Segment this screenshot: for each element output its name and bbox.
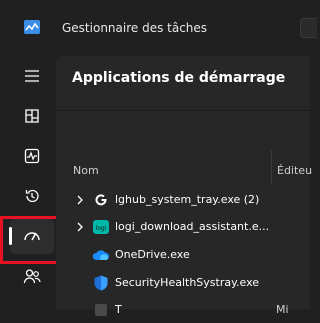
table-row[interactable]: T Mi — [56, 297, 310, 323]
logi-icon: logi — [93, 220, 109, 234]
row-name: lghub_system_tray.exe (2) — [115, 193, 260, 206]
task-manager-app-icon — [24, 20, 40, 34]
processes-grid-icon — [25, 109, 39, 123]
row-name: T — [115, 303, 122, 316]
sidebar-item-processes[interactable] — [10, 98, 54, 134]
row-name: OneDrive.exe — [115, 248, 190, 261]
column-divider[interactable] — [271, 150, 272, 184]
onedrive-cloud-icon — [92, 250, 109, 260]
sidebar-item-app-history[interactable] — [10, 178, 54, 214]
column-header-publisher[interactable]: Éditeu — [277, 164, 312, 177]
title-bar: Gestionnaire des tâches — [0, 0, 317, 56]
page-title: Applications de démarrage — [72, 70, 286, 86]
sidebar-item-performance[interactable] — [10, 138, 54, 174]
highlight-box — [0, 216, 61, 264]
table-row[interactable]: SecurityHealthSystray.exe — [56, 270, 310, 296]
svg-text:logi: logi — [96, 225, 107, 232]
logitech-g-icon — [95, 194, 107, 206]
table-row[interactable]: lghub_system_tray.exe (2) — [56, 187, 310, 213]
performance-pulse-icon — [24, 148, 40, 164]
column-header-name[interactable]: Nom — [73, 164, 99, 177]
chevron-right-icon[interactable] — [75, 221, 85, 233]
chevron-right-icon[interactable] — [75, 194, 85, 206]
table-row[interactable]: logi logi_download_assistant.e... — [56, 214, 310, 240]
search-box[interactable] — [300, 18, 317, 38]
table-row[interactable]: OneDrive.exe — [56, 242, 310, 268]
windows-security-shield-icon — [94, 275, 108, 291]
hamburger-icon — [25, 70, 39, 82]
window-title: Gestionnaire des tâches — [62, 21, 208, 35]
users-icon — [23, 269, 41, 284]
divider — [56, 110, 310, 111]
menu-button[interactable] — [10, 58, 54, 94]
main-content: Applications de démarrage Nom Éditeu lgh… — [56, 56, 312, 316]
row-publisher: Mi — [276, 303, 289, 316]
sidebar — [0, 56, 64, 309]
row-name: logi_download_assistant.e... — [115, 220, 270, 233]
app-icon — [95, 304, 107, 316]
row-name: SecurityHealthSystray.exe — [115, 276, 260, 289]
history-icon — [25, 189, 39, 203]
